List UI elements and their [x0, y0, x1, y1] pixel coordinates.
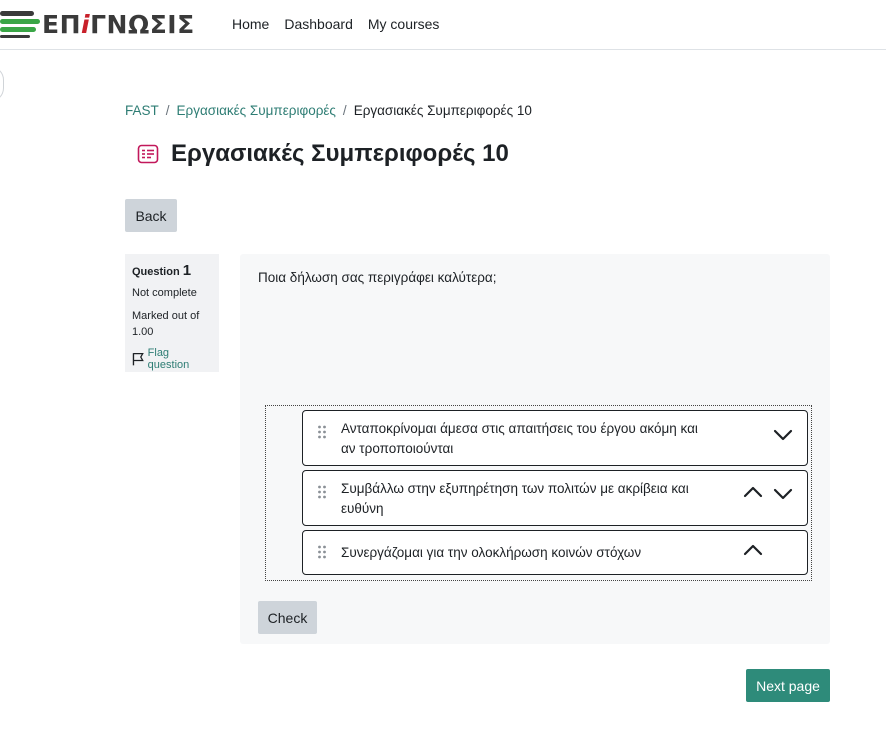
drag-handle-icon[interactable] — [317, 485, 327, 499]
flag-icon — [132, 353, 144, 366]
question-grade: Marked out of 1.00 — [132, 310, 200, 338]
nav-my-courses-link[interactable]: My courses — [368, 16, 440, 32]
question-number: Question 1 — [132, 262, 192, 279]
ordering-list: Ανταποκρίνομαι άμεσα στις απαιτήσεις του… — [265, 405, 812, 581]
nav-dashboard-link[interactable]: Dashboard — [284, 16, 353, 32]
site-logo[interactable]: ΕΠiΓΝΩΣΙΣ — [0, 8, 195, 40]
ordering-item-label: Ανταποκρίνομαι άμεσα στις απαιτήσεις του… — [341, 421, 698, 456]
question-info-panel: Question 1 Not complete Marked out of 1.0… — [125, 254, 219, 372]
top-navbar: ΕΠiΓΝΩΣΙΣ Home Dashboard My courses — [0, 0, 886, 50]
breadcrumb-item-course[interactable]: Εργασιακές Συμπεριφορές — [177, 103, 336, 118]
chevron-up-icon[interactable] — [741, 540, 765, 560]
ordering-item[interactable]: Συνεργάζομαι για την ολοκλήρωση κοινών σ… — [302, 530, 808, 575]
quiz-icon — [137, 144, 159, 164]
primary-navigation: Home Dashboard My courses — [232, 16, 439, 32]
breadcrumb-item-current: Εργασιακές Συμπεριφορές 10 — [353, 103, 532, 118]
logo-mark-icon — [0, 8, 40, 40]
ordering-item[interactable]: Συμβάλλω στην εξυπηρέτηση των πολιτών με… — [302, 470, 808, 526]
page-title: Εργασιακές Συμπεριφορές 10 — [171, 140, 509, 167]
breadcrumb: FAST / Εργασιακές Συμπεριφορές / Εργασια… — [125, 103, 532, 118]
breadcrumb-item-fast[interactable]: FAST — [125, 103, 159, 118]
page-header: Εργασιακές Συμπεριφορές 10 — [137, 140, 509, 168]
question-text: Ποια δήλωση σας περιγράφει καλύτερα; — [258, 270, 497, 285]
back-button[interactable]: Back — [125, 199, 177, 232]
nav-home-link[interactable]: Home — [232, 16, 269, 32]
chevron-up-icon[interactable] — [741, 482, 765, 502]
check-button[interactable]: Check — [258, 601, 317, 634]
drag-handle-icon[interactable] — [317, 425, 327, 439]
flag-question-link[interactable]: Flag question — [132, 347, 212, 371]
breadcrumb-separator: / — [342, 103, 347, 118]
ordering-item-label: Συνεργάζομαι για την ολοκλήρωση κοινών σ… — [341, 545, 642, 560]
ordering-item[interactable]: Ανταποκρίνομαι άμεσα στις απαιτήσεις του… — [302, 410, 808, 466]
drawer-toggle[interactable] — [0, 66, 4, 102]
ordering-item-label: Συμβάλλω στην εξυπηρέτηση των πολιτών με… — [341, 481, 689, 516]
question-state: Not complete — [132, 287, 197, 299]
breadcrumb-separator: / — [165, 103, 170, 118]
logo-text: ΕΠiΓΝΩΣΙΣ — [42, 9, 195, 39]
chevron-down-icon[interactable] — [771, 425, 795, 445]
chevron-down-icon[interactable] — [771, 484, 795, 504]
drag-handle-icon[interactable] — [317, 545, 327, 559]
question-content: Ποια δήλωση σας περιγράφει καλύτερα; Αντ… — [240, 254, 830, 644]
next-page-button[interactable]: Next page — [746, 669, 830, 702]
